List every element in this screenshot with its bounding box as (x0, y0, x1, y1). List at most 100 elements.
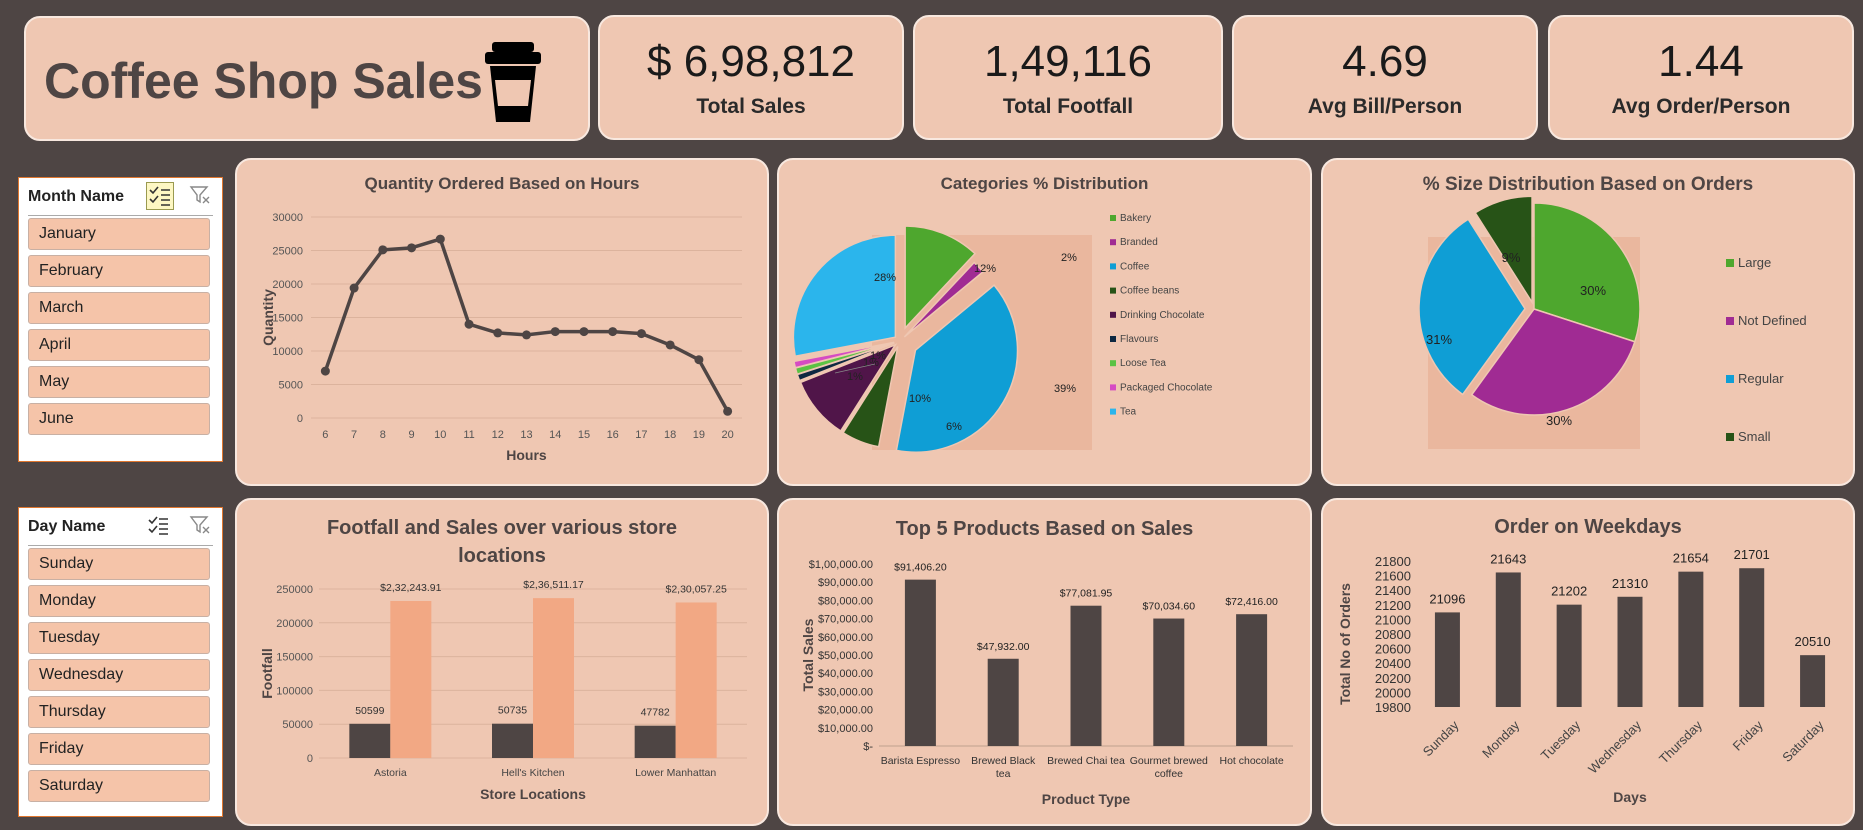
legend-label: Regular (1738, 371, 1784, 386)
y-tick-label: $50,000.00 (818, 650, 873, 662)
x-tick-label: Brewed Black (971, 755, 1036, 767)
products-bar-chart: $1,00,000.00 $90,000.00 $80,000.00 $70,000.… (800, 559, 1293, 807)
y-tick-label: 25000 (272, 246, 303, 258)
bar (987, 658, 1019, 746)
legend-swatch (1726, 259, 1734, 267)
y-tick-label: 100000 (276, 685, 313, 697)
x-tick-label: Hot chocolate (1219, 755, 1283, 767)
bar-value-label: $77,081.95 (1060, 588, 1113, 600)
y-tick-label: 20200 (1375, 671, 1411, 686)
multi-select-icon[interactable] (146, 182, 174, 210)
categories-pie-chart: 12%2%39%6%10%1%1%1%28%BakeryBrandedCoffe… (792, 213, 1213, 453)
x-tick-label: 8 (380, 429, 386, 441)
bar (634, 725, 676, 758)
legend-label: Drinking Chocolate (1120, 310, 1205, 321)
y-tick-label: 21800 (1375, 554, 1411, 569)
bar-value-label: $2,30,057.25 (666, 583, 727, 595)
data-point (723, 406, 733, 416)
x-tick-label: 12 (492, 429, 504, 441)
kpi-label: Total Sales (696, 95, 806, 118)
legend-label: Flavours (1120, 334, 1158, 345)
hours-line-chart: 30000 25000 20000 15000 10000 5000 0 6 7 8 9 10 11 12… (260, 212, 742, 463)
data-point (378, 245, 388, 255)
legend-swatch (1110, 408, 1116, 415)
slicer-item-tuesday[interactable]: Tuesday (28, 622, 210, 654)
series-line (323, 237, 730, 413)
multi-select-icon[interactable] (147, 514, 169, 536)
slicer-divider (28, 545, 213, 546)
bar (1739, 568, 1765, 707)
x-axis-label: Store Locations (480, 786, 586, 802)
bar-value-label: $72,416.00 (1225, 596, 1278, 608)
kpi-label: Avg Order/Person (1611, 95, 1791, 118)
slicer-item-thursday[interactable]: Thursday (28, 696, 210, 728)
slicer-item-monday[interactable]: Monday (28, 585, 210, 617)
y-tick-label: 50000 (282, 719, 313, 731)
bar (1434, 612, 1460, 707)
slicer-item-wednesday[interactable]: Wednesday (28, 659, 210, 691)
x-tick-label: Astoria (374, 767, 407, 779)
slicer-item-june[interactable]: June (28, 403, 210, 435)
x-tick-label: Hell's Kitchen (501, 767, 564, 779)
y-tick-label: 21200 (1375, 598, 1411, 613)
kpi-value: 1.44 (1658, 37, 1744, 86)
bar-value-label: 21643 (1490, 551, 1526, 566)
slice-value-label: 1% (863, 357, 879, 369)
data-point (694, 355, 704, 365)
slice-value-label: 30% (1546, 413, 1572, 428)
y-tick-label: 20000 (272, 279, 303, 291)
clear-filter-icon[interactable] (189, 514, 211, 536)
slice-value-label: 10% (909, 393, 931, 405)
bar (349, 723, 391, 758)
stores-bar-chart: 250000 200000 150000 100000 50000 0 50599 $2,32… (259, 579, 747, 802)
y-axis-label: Quantity (260, 289, 276, 346)
y-tick-label: 0 (297, 413, 303, 425)
slicer-item-january[interactable]: January (28, 218, 210, 250)
day-slicer: Day Name Sunday Monday Tuesday Wednesday… (18, 507, 223, 817)
data-point (464, 319, 474, 329)
x-tick-label: Saturday (1779, 717, 1827, 765)
y-tick-label: 200000 (276, 618, 313, 630)
slicer-item-sunday[interactable]: Sunday (28, 548, 210, 580)
x-tick-label: Barista Espresso (881, 755, 961, 767)
bar-value-label: $2,36,511.17 (523, 579, 584, 591)
slicer-item-friday[interactable]: Friday (28, 733, 210, 765)
x-axis-label: Product Type (1042, 791, 1131, 807)
y-tick-label: $60,000.00 (818, 632, 873, 644)
y-tick-label: $40,000.00 (818, 668, 873, 680)
bar-value-label: $91,406.20 (894, 562, 947, 574)
clear-filter-icon[interactable] (189, 184, 211, 206)
slicer-item-february[interactable]: February (28, 255, 210, 287)
legend-label: Coffee (1120, 261, 1150, 272)
slice-value-label: 2% (1061, 252, 1077, 264)
sizes-pie-chart: 30% 30% 31% 9% Large Not Defined Regular Small (1418, 195, 1807, 449)
kpi-label: Avg Bill/Person (1307, 95, 1463, 118)
x-tick-label: Thursday (1656, 717, 1705, 766)
hours-chart-panel: Quantity Ordered Based on Hours 30000 250… (235, 158, 769, 486)
x-tick-label: Friday (1730, 717, 1766, 753)
slicer-item-march[interactable]: March (28, 292, 210, 324)
slicer-item-may[interactable]: May (28, 366, 210, 398)
y-tick-label: $- (863, 741, 873, 753)
y-axis-label: Footfall (259, 648, 275, 699)
bar (1070, 605, 1102, 746)
legend-swatch (1110, 287, 1116, 294)
slicer-item-saturday[interactable]: Saturday (28, 770, 210, 802)
y-tick-label: 10000 (272, 346, 303, 358)
products-chart-panel: Top 5 Products Based on Sales $1,00,000.… (777, 498, 1312, 826)
y-tick-label: 19800 (1375, 700, 1411, 715)
bar-value-label: 21310 (1612, 576, 1648, 591)
legend-swatch (1726, 375, 1734, 383)
y-axis-label: Total No of Orders (1337, 583, 1353, 705)
x-tick-label: 10 (434, 429, 446, 441)
slicer-item-april[interactable]: April (28, 329, 210, 361)
slice-value-label: 31% (1426, 332, 1452, 347)
y-tick-label: $1,00,000.00 (809, 559, 873, 571)
x-axis-label: Days (1613, 789, 1647, 805)
bar-value-label: $47,932.00 (977, 641, 1030, 653)
bar-value-label: 50735 (498, 705, 527, 717)
legend-label: Small (1738, 429, 1771, 444)
data-point (320, 366, 330, 376)
categories-chart-panel: Categories % Distribution 12% 2% 39% 6% 10% 1… (777, 158, 1312, 486)
bar-value-label: 21096 (1429, 591, 1465, 606)
